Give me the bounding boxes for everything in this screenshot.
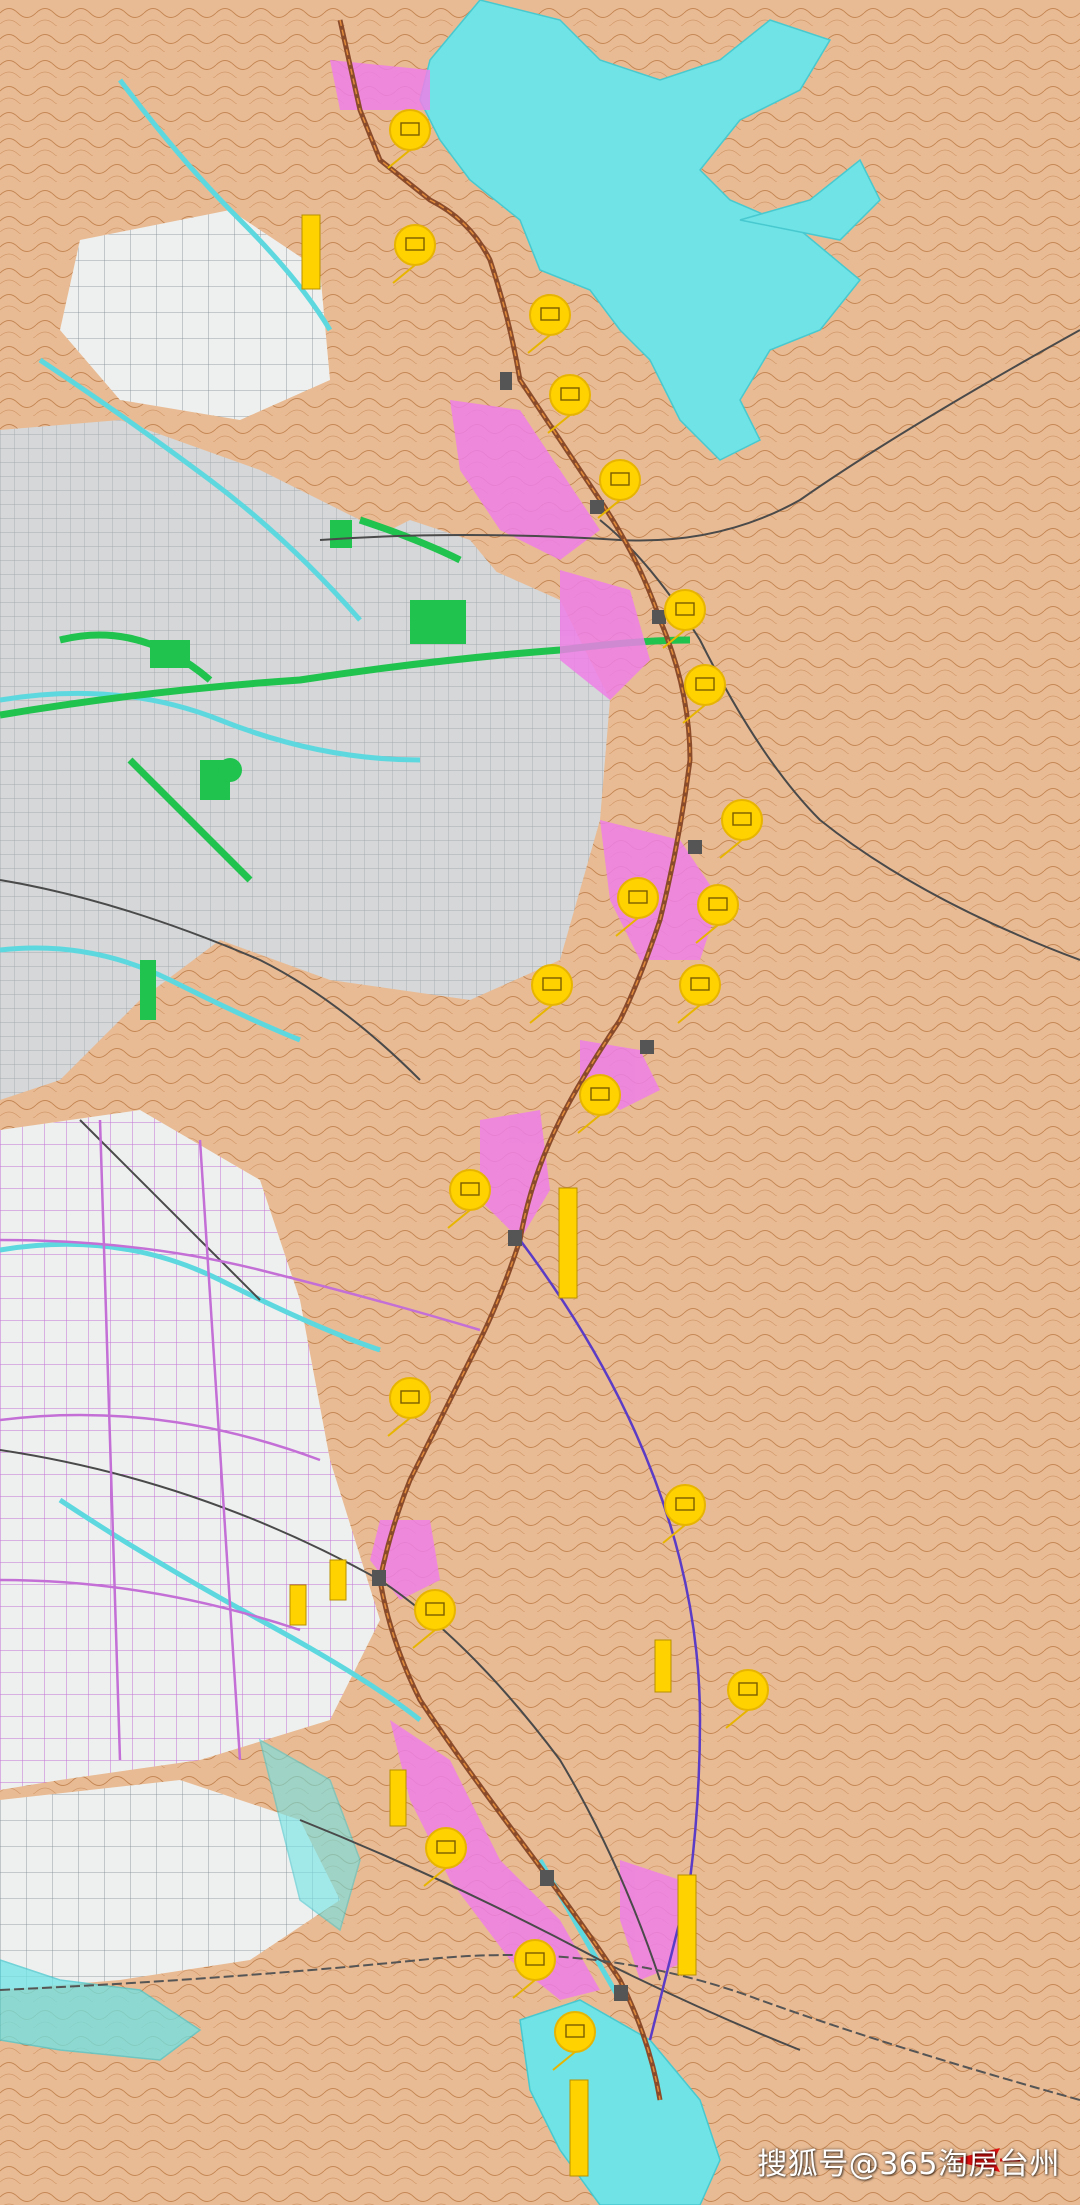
route-map: [0, 0, 1080, 2205]
watermark-text: 搜狐号@365淘房台州: [757, 2147, 1060, 2182]
